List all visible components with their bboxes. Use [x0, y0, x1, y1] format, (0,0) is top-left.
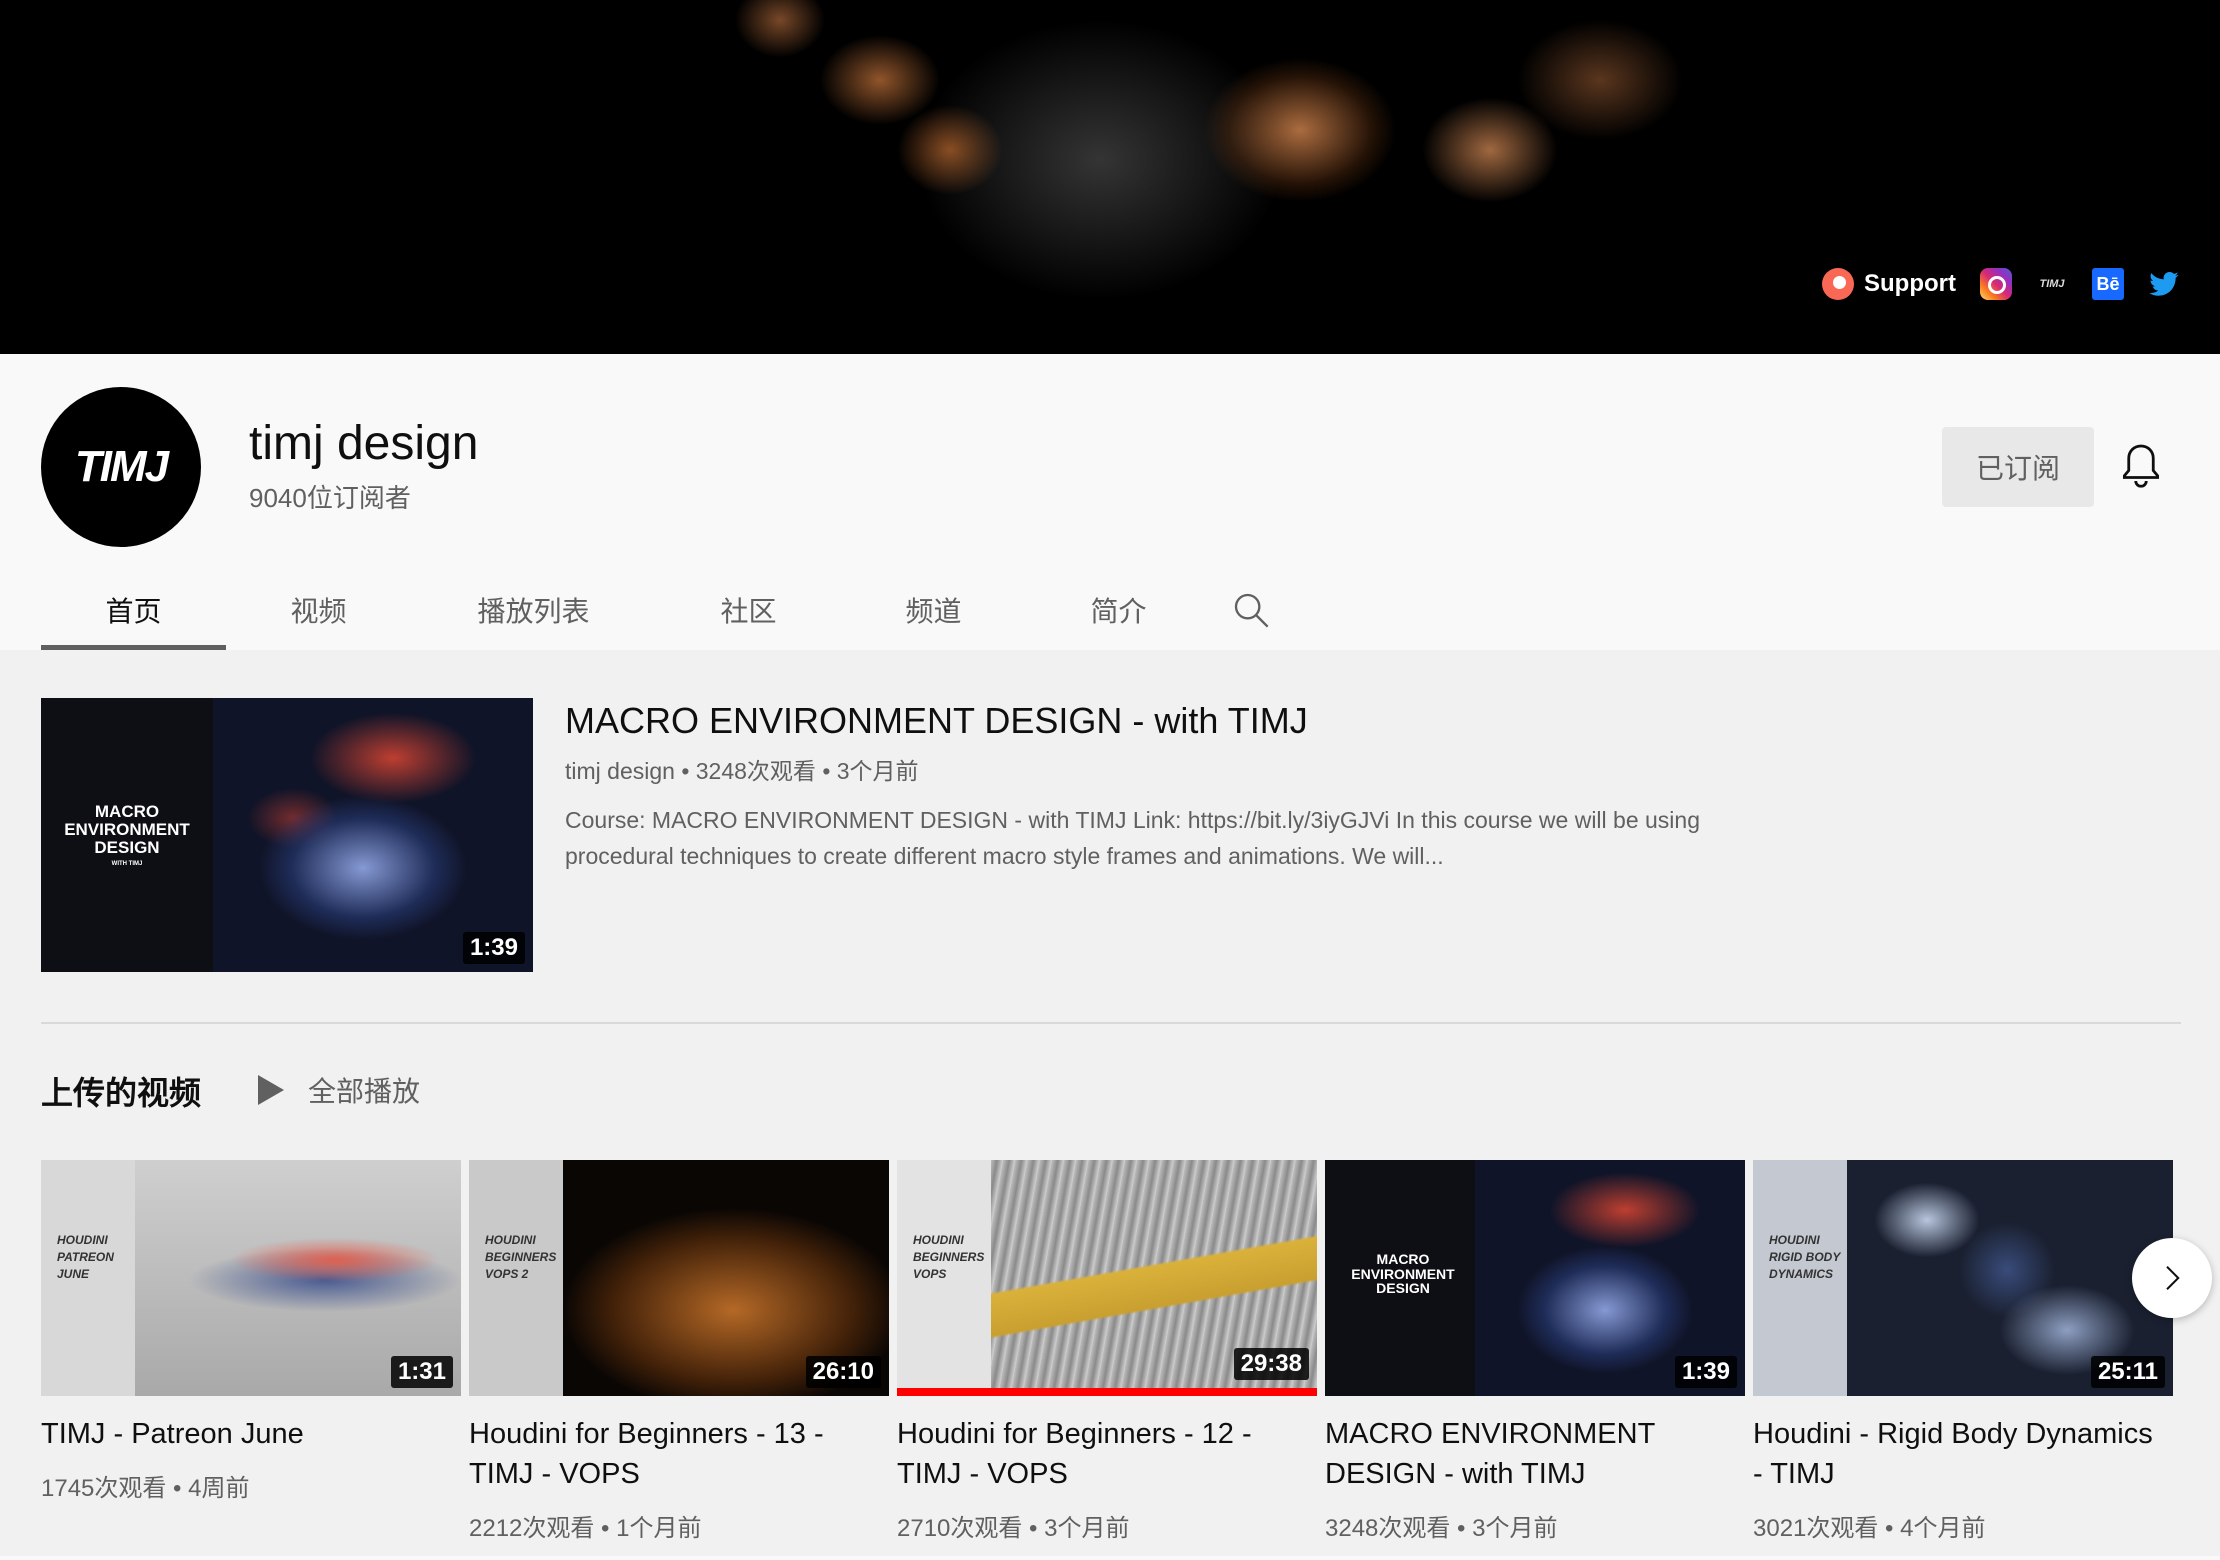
- channel-header: TIMJ timj design 9040位订阅者 已订阅 首页 视频 播放列表…: [0, 354, 2220, 650]
- channel-content: MACRO ENVIRONMENT DESIGN WITH TIMJ 1:39 …: [0, 650, 2220, 1556]
- duration-badge: 25:11: [2090, 1356, 2165, 1388]
- tab-about[interactable]: 简介: [1026, 570, 1211, 650]
- tab-playlists[interactable]: 播放列表: [411, 570, 656, 650]
- featured-thumb-subtitle: WITH TIMJ: [111, 860, 143, 867]
- play-all-label: 全部播放: [308, 1076, 421, 1107]
- duration-badge: 1:39: [462, 932, 525, 964]
- tab-community[interactable]: 社区: [656, 570, 841, 650]
- video-meta: 3021次观看 • 4个月前: [1753, 1515, 1986, 1542]
- featured-video-title[interactable]: MACRO ENVIRONMENT DESIGN - with TIMJ: [565, 700, 1308, 742]
- channel-tabs: 首页 视频 播放列表 社区 频道 简介: [41, 570, 1291, 650]
- bell-icon[interactable]: [2120, 442, 2162, 492]
- channel-search-button[interactable]: [1211, 570, 1291, 650]
- duration-badge: 29:38: [1233, 1348, 1309, 1380]
- section-divider: [41, 1022, 2181, 1024]
- video-card[interactable]: HOUDINI BEGINNERS VOPS 2 26:10 Houdini f…: [469, 1160, 889, 1543]
- channel-banner: Support TIMJ Bē: [0, 0, 2220, 354]
- video-thumbnail[interactable]: MACRO ENVIRONMENT DESIGN 1:39: [1325, 1160, 1745, 1396]
- tab-videos[interactable]: 视频: [226, 570, 411, 650]
- video-thumbnail[interactable]: HOUDINI RIGID BODY DYNAMICS 25:11: [1753, 1160, 2173, 1396]
- duration-badge: 1:39: [1674, 1356, 1737, 1388]
- tab-channels[interactable]: 频道: [841, 570, 1026, 650]
- subscriber-count: 9040位订阅者: [249, 483, 411, 513]
- video-card[interactable]: HOUDINI BEGINNERS VOPS 29:38 Houdini for…: [897, 1160, 1317, 1543]
- banner-artwork: [600, 0, 1750, 354]
- banner-links: Support TIMJ Bē: [1822, 268, 2180, 300]
- behance-icon[interactable]: Bē: [2092, 268, 2124, 300]
- video-thumbnail[interactable]: HOUDINI BEGINNERS VOPS 2 26:10: [469, 1160, 889, 1396]
- video-title[interactable]: Houdini - Rigid Body Dynamics - TIMJ: [1753, 1414, 2153, 1494]
- featured-video-thumbnail[interactable]: MACRO ENVIRONMENT DESIGN WITH TIMJ 1:39: [41, 698, 533, 972]
- patreon-icon: [1822, 268, 1855, 300]
- thumb-caption: MACRO ENVIRONMENT DESIGN: [1325, 1160, 1475, 1396]
- thumb-caption: HOUDINI BEGINNERS VOPS 2: [469, 1160, 563, 1396]
- duration-badge: 26:10: [805, 1356, 881, 1388]
- video-meta: 2212次观看 • 1个月前: [469, 1515, 702, 1542]
- video-title[interactable]: MACRO ENVIRONMENT DESIGN - with TIMJ: [1325, 1414, 1725, 1494]
- featured-thumb-art: [213, 698, 533, 972]
- video-card[interactable]: MACRO ENVIRONMENT DESIGN 1:39 MACRO ENVI…: [1325, 1160, 1745, 1543]
- video-meta: 2710次观看 • 3个月前: [897, 1515, 1130, 1542]
- chevron-right-icon: [2166, 1266, 2180, 1290]
- tab-home[interactable]: 首页: [41, 570, 226, 650]
- play-all-button[interactable]: 全部播放: [258, 1070, 420, 1110]
- channel-name: timj design: [249, 417, 479, 470]
- uploads-section-title[interactable]: 上传的视频: [41, 1068, 201, 1114]
- video-card[interactable]: HOUDINI PATREON JUNE 1:31 TIMJ - Patreon…: [41, 1160, 461, 1503]
- subscribed-button[interactable]: 已订阅: [1942, 427, 2094, 507]
- video-title[interactable]: Houdini for Beginners - 13 - TIMJ - VOPS: [469, 1414, 869, 1494]
- video-thumbnail[interactable]: HOUDINI BEGINNERS VOPS 29:38: [897, 1160, 1317, 1396]
- shelf-next-button[interactable]: [2132, 1238, 2212, 1318]
- featured-video-meta: timj design • 3248次观看 • 3个月前: [565, 758, 919, 784]
- thumb-caption: HOUDINI BEGINNERS VOPS: [897, 1160, 991, 1396]
- uploads-video-shelf: HOUDINI PATREON JUNE 1:31 TIMJ - Patreon…: [41, 1160, 2181, 1560]
- thumb-caption: HOUDINI RIGID BODY DYNAMICS: [1753, 1160, 1847, 1396]
- channel-avatar[interactable]: TIMJ: [41, 387, 201, 547]
- watch-progress-bar: [897, 1388, 1317, 1396]
- video-meta: 1745次观看 • 4周前: [41, 1475, 250, 1502]
- twitter-icon[interactable]: [2148, 268, 2180, 300]
- video-title[interactable]: Houdini for Beginners - 12 - TIMJ - VOPS: [897, 1414, 1297, 1494]
- featured-video-description: Course: MACRO ENVIRONMENT DESIGN - with …: [565, 807, 1700, 869]
- featured-thumb-text: MACRO ENVIRONMENT DESIGN WITH TIMJ: [41, 698, 213, 972]
- thumb-caption: HOUDINI PATREON JUNE: [41, 1160, 135, 1396]
- support-label: Support: [1864, 270, 1956, 297]
- video-card[interactable]: HOUDINI RIGID BODY DYNAMICS 25:11 Houdin…: [1753, 1160, 2173, 1543]
- featured-thumb-title: MACRO ENVIRONMENT DESIGN: [64, 802, 190, 857]
- instagram-icon[interactable]: [1980, 268, 2012, 300]
- video-meta: 3248次观看 • 3个月前: [1325, 1515, 1558, 1542]
- play-icon: [258, 1075, 284, 1105]
- timj-icon[interactable]: TIMJ: [2036, 268, 2068, 300]
- video-thumbnail[interactable]: HOUDINI PATREON JUNE 1:31: [41, 1160, 461, 1396]
- search-icon: [1234, 593, 1269, 628]
- duration-badge: 1:31: [390, 1356, 453, 1388]
- support-link[interactable]: Support: [1822, 268, 1956, 300]
- video-title[interactable]: TIMJ - Patreon June: [41, 1414, 441, 1454]
